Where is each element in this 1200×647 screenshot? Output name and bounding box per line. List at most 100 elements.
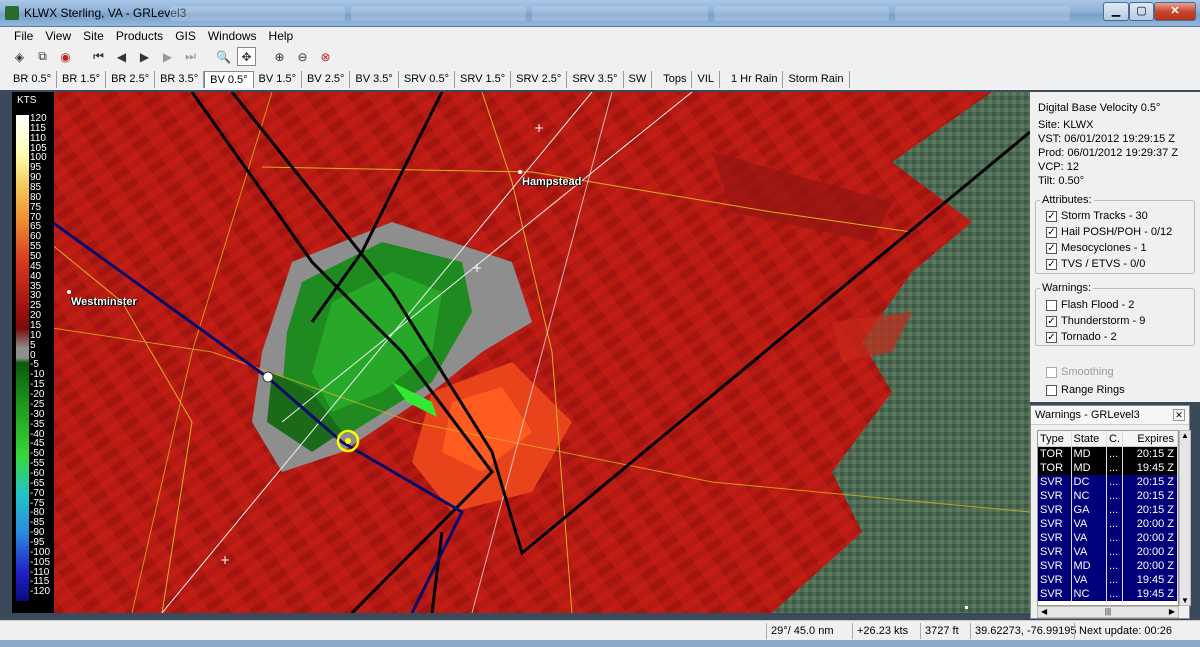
menu-view[interactable]: View: [39, 27, 77, 45]
toolbar: ◈ ⧉ ◉ ⏮ ◀ ▶ ▶ ⏭ 🔍 ✥ ⊕ ⊖ ⊗: [0, 45, 1200, 68]
zoom-out-icon[interactable]: ⊖: [293, 47, 312, 66]
tab-br-1-5[interactable]: BR 1.5°: [57, 70, 107, 88]
scroll-down-icon[interactable]: ▼: [1180, 596, 1190, 605]
table-row[interactable]: SVR DC... 20:15 Z: [1038, 475, 1178, 489]
col-expires[interactable]: Expires: [1123, 431, 1178, 446]
scroll-up-icon[interactable]: ▲: [1180, 431, 1190, 440]
tab-sw[interactable]: SW: [624, 70, 653, 88]
menu-gis[interactable]: GIS: [169, 27, 202, 45]
attr-tvs-checkbox[interactable]: ✓ TVS / ETVS - 0/0: [1046, 258, 1145, 270]
tab-srv-0-5[interactable]: SRV 0.5°: [399, 70, 455, 88]
attr-hail-checkbox[interactable]: ✓ Hail POSH/POH - 0/12: [1046, 226, 1172, 238]
menu-products[interactable]: Products: [110, 27, 169, 45]
tab-1-hr-rain[interactable]: 1 Hr Rain: [726, 70, 784, 88]
cell-expires: 20:00 Z: [1123, 517, 1178, 531]
table-row[interactable]: SVR VA... 20:00 Z: [1038, 531, 1178, 545]
previous-frame-icon[interactable]: ◀: [112, 47, 131, 66]
cell-c: ...: [1107, 545, 1123, 559]
layers-icon[interactable]: ◈: [10, 47, 29, 66]
table-row[interactable]: TOR MD... 19:45 Z: [1038, 461, 1178, 475]
tab-bv-2-5[interactable]: BV 2.5°: [302, 70, 351, 88]
next-frame-icon[interactable]: ▶: [158, 47, 177, 66]
col-state[interactable]: State: [1072, 431, 1107, 446]
radar-dish-icon[interactable]: ◉: [56, 47, 75, 66]
warn-thunderstorm-checkbox[interactable]: ✓ Thunderstorm - 9: [1046, 315, 1145, 327]
product-name: Digital Base Velocity 0.5°: [1038, 102, 1161, 114]
tab-bv-0-5[interactable]: BV 0.5°: [204, 70, 254, 88]
toolbar-separator: [204, 47, 210, 66]
menu-site[interactable]: Site: [77, 27, 110, 45]
scroll-right-icon[interactable]: ▶: [1169, 607, 1175, 617]
table-row[interactable]: SVR VA... 20:00 Z: [1038, 545, 1178, 559]
attr-storm-tracks-checkbox[interactable]: ✓ Storm Tracks - 30: [1046, 210, 1148, 222]
menu-help[interactable]: Help: [263, 27, 300, 45]
tab-br-2-5[interactable]: BR 2.5°: [106, 70, 156, 88]
cell-type: SVR: [1038, 573, 1072, 587]
tab-bv-3-5[interactable]: BV 3.5°: [350, 70, 399, 88]
menu-file[interactable]: File: [8, 27, 39, 45]
cell-state: DC: [1072, 475, 1107, 489]
table-row[interactable]: SVR MD... 20:00 Z: [1038, 559, 1178, 573]
tab-storm-rain[interactable]: Storm Rain: [783, 70, 850, 88]
zoom-icon[interactable]: 🔍: [214, 47, 233, 66]
close-icon[interactable]: ✕: [1173, 409, 1185, 421]
cell-state: NC: [1072, 587, 1107, 601]
range-rings-checkbox[interactable]: Range Rings: [1046, 384, 1125, 396]
warn-tornado-checkbox[interactable]: ✓ Tornado - 2: [1046, 331, 1117, 343]
cell-type: SVR: [1038, 503, 1072, 517]
tab-srv-3-5[interactable]: SRV 3.5°: [567, 70, 624, 88]
first-frame-icon[interactable]: ⏮: [89, 47, 108, 66]
legend-color-bar: [16, 115, 29, 601]
westminster-dot: [67, 290, 71, 294]
table-row[interactable]: TOR MD... 20:15 Z: [1038, 447, 1178, 461]
warn-flash-flood-checkbox[interactable]: Flash Flood - 2: [1046, 299, 1134, 311]
toolbar-separator: [260, 47, 266, 66]
col-c[interactable]: C.: [1107, 431, 1123, 446]
menu-windows[interactable]: Windows: [202, 27, 263, 45]
maximize-button[interactable]: ▢: [1129, 2, 1154, 21]
svg-text:+: +: [534, 121, 544, 135]
cell-expires: 20:15 Z: [1123, 489, 1178, 503]
last-frame-icon[interactable]: ⏭: [181, 47, 200, 66]
tab-br-3-5[interactable]: BR 3.5°: [155, 70, 205, 88]
checkbox-label: Storm Tracks - 30: [1061, 210, 1148, 222]
table-row[interactable]: SVR VA... 19:45 Z: [1038, 573, 1178, 587]
scroll-thumb[interactable]: |||: [1105, 607, 1111, 617]
tab-br-0-5[interactable]: BR 0.5°: [8, 70, 58, 88]
copy-icon[interactable]: ⧉: [33, 47, 52, 66]
horizontal-scrollbar[interactable]: ◀ ||| ▶: [1037, 606, 1179, 618]
checkbox-box: ✓: [1046, 210, 1057, 222]
play-icon[interactable]: ▶: [135, 47, 154, 66]
minimize-button[interactable]: ▁: [1103, 2, 1129, 21]
vertical-scrollbar[interactable]: ▲ ▼: [1179, 430, 1191, 606]
close-button[interactable]: ✕: [1154, 2, 1196, 21]
scroll-left-icon[interactable]: ◀: [1041, 607, 1047, 617]
title-bar: KLWX Sterling, VA - GRLevel3 ▁ ▢ ✕: [0, 0, 1200, 27]
cell-state: NC: [1072, 489, 1107, 503]
cell-expires: 20:15 Z: [1123, 475, 1178, 489]
tab-srv-1-5[interactable]: SRV 1.5°: [455, 70, 512, 88]
table-row[interactable]: SVR NC... 20:15 Z: [1038, 489, 1178, 503]
cell-c: ...: [1107, 447, 1123, 461]
svg-text:+: +: [220, 553, 230, 567]
col-type[interactable]: Type: [1038, 431, 1072, 446]
warnings-label: Warnings:: [1040, 282, 1094, 294]
zoom-reset-icon[interactable]: ⊗: [316, 47, 335, 66]
checkbox-box: ✓: [1046, 242, 1057, 254]
zoom-in-icon[interactable]: ⊕: [270, 47, 289, 66]
pan-icon[interactable]: ✥: [237, 47, 256, 66]
table-row[interactable]: SVR GA... 20:15 Z: [1038, 503, 1178, 517]
smoothing-checkbox[interactable]: Smoothing: [1046, 366, 1114, 378]
radar-map[interactable]: + + + Hampstead Westminster: [12, 92, 1030, 613]
attr-mesocyclones-checkbox[interactable]: ✓ Mesocyclones - 1: [1046, 242, 1147, 254]
attributes-group: Attributes: ✓ Storm Tracks - 30 ✓ Hail POS…: [1035, 194, 1195, 274]
table-row[interactable]: SVR VA... 20:00 Z: [1038, 517, 1178, 531]
app-icon: [5, 6, 19, 20]
tab-vil[interactable]: VIL: [692, 70, 720, 88]
tab-srv-2-5[interactable]: SRV 2.5°: [511, 70, 568, 88]
checkbox-box: [1046, 299, 1057, 311]
tab-tops[interactable]: Tops: [658, 70, 693, 88]
tab-bv-1-5[interactable]: BV 1.5°: [254, 70, 302, 88]
table-row[interactable]: SVR NC... 19:45 Z: [1038, 587, 1178, 601]
checkbox-label: Hail POSH/POH - 0/12: [1061, 226, 1173, 238]
